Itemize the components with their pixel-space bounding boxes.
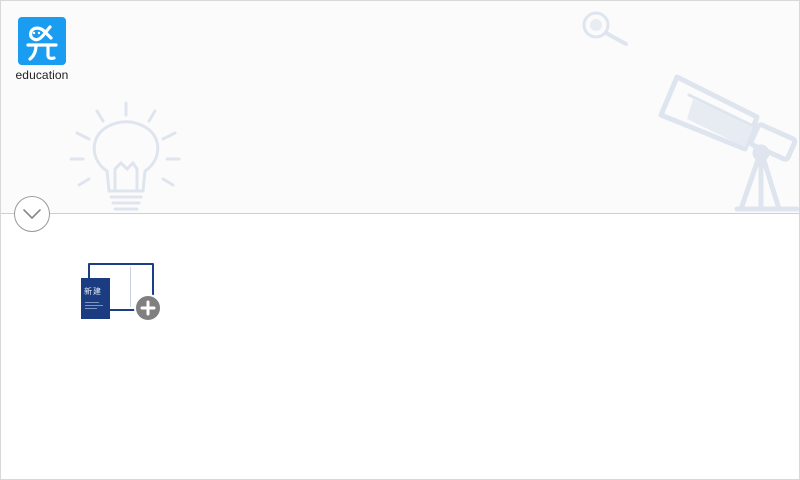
education-logo-icon (18, 17, 66, 65)
header-banner: education (1, 1, 799, 214)
add-badge (134, 294, 162, 322)
plus-icon (140, 300, 156, 316)
new-notebook-button[interactable]: 新建 (79, 261, 165, 323)
app-logo-label: education (15, 68, 69, 82)
notebook-cover: 新建 (81, 278, 110, 319)
collapse-toggle-button[interactable] (14, 196, 50, 232)
notebook-page-divider (130, 267, 131, 307)
cover-line (85, 308, 97, 309)
lightbulb-icon (69, 101, 181, 211)
chevron-down-icon (23, 209, 41, 219)
new-notebook-title: 新建 (84, 287, 102, 296)
cover-line (85, 302, 99, 303)
app-logo[interactable]: education (13, 17, 71, 82)
telescope-icon (658, 74, 799, 212)
magnifier-icon (582, 11, 628, 46)
app-window: education 新建 (0, 0, 800, 480)
cover-line (85, 305, 103, 306)
